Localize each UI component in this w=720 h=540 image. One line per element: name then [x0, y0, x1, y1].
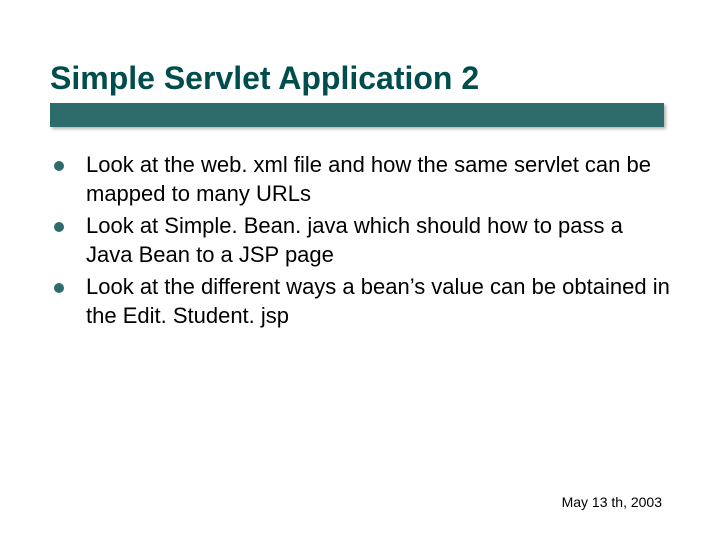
footer-date: May 13 th, 2003: [562, 494, 662, 510]
slide-title: Simple Servlet Application 2: [50, 60, 670, 97]
list-item: Look at the different ways a bean’s valu…: [54, 273, 670, 330]
bullet-icon: [54, 222, 64, 232]
list-item: Look at Simple. Bean. java which should …: [54, 212, 670, 269]
title-underline: [50, 103, 664, 127]
bullet-text: Look at the different ways a bean’s valu…: [86, 273, 670, 330]
list-item: Look at the web. xml file and how the sa…: [54, 151, 670, 208]
slide: Simple Servlet Application 2 Look at the…: [0, 0, 720, 540]
bullet-icon: [54, 283, 64, 293]
bullet-text: Look at Simple. Bean. java which should …: [86, 212, 670, 269]
bullet-list: Look at the web. xml file and how the sa…: [50, 151, 670, 331]
bullet-icon: [54, 161, 64, 171]
bullet-text: Look at the web. xml file and how the sa…: [86, 151, 670, 208]
